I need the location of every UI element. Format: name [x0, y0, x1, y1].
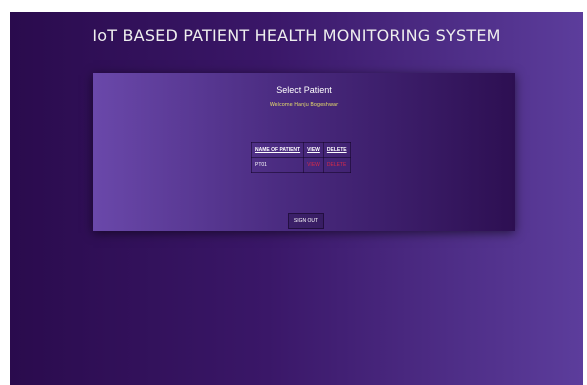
sign-out-button[interactable]: SIGN OUT: [288, 213, 324, 229]
table-row: PT01 VIEW DELETE: [250, 157, 351, 173]
select-patient-card: Select Patient Welcome Hanju Bogeshwar N…: [93, 73, 515, 231]
app-title: IoT BASED PATIENT HEALTH MONITORING SYST…: [92, 26, 501, 45]
patient-id-cell: PT01: [250, 157, 305, 173]
patient-table: NAME OF PATIENT VIEW DELETE PT01 VIEW DE…: [250, 142, 351, 173]
welcome-message: Welcome Hanju Bogeshwar: [269, 102, 339, 108]
column-header-patient-name: NAME OF PATIENT: [250, 142, 305, 158]
view-link[interactable]: VIEW: [303, 157, 324, 173]
delete-link[interactable]: DELETE: [322, 157, 351, 173]
column-header-view: VIEW: [303, 142, 324, 158]
column-header-delete: DELETE: [322, 142, 351, 158]
app-screen: IoT BASED PATIENT HEALTH MONITORING SYST…: [10, 12, 583, 385]
table-header-row: NAME OF PATIENT VIEW DELETE: [250, 142, 351, 158]
card-title: Select Patient: [276, 85, 332, 95]
